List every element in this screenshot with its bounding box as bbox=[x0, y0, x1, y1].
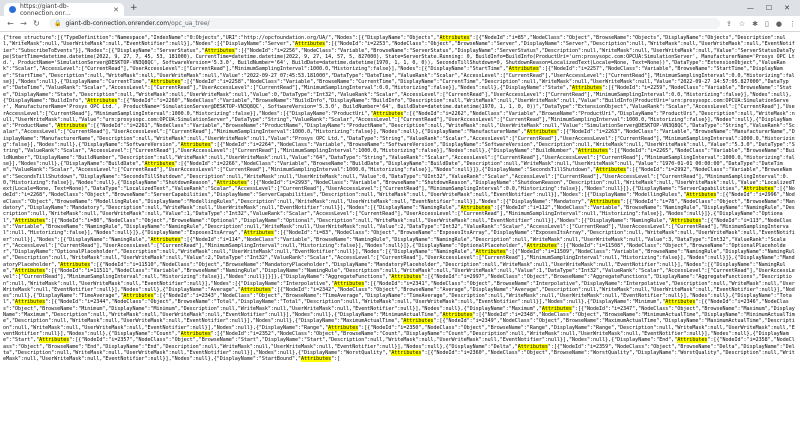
highlighted-attributes-key: Attributes bbox=[204, 47, 235, 54]
highlighted-attributes-key: Attributes bbox=[517, 343, 548, 350]
highlighted-attributes-key: Attributes bbox=[590, 198, 621, 205]
highlighted-attributes-key: Attributes bbox=[577, 148, 609, 155]
window-close-icon[interactable]: ✕ bbox=[784, 4, 790, 12]
highlighted-attributes-key: Attributes bbox=[180, 330, 211, 337]
highlighted-attributes-key: Attributes bbox=[391, 274, 422, 281]
minimize-icon[interactable]: — bbox=[747, 4, 754, 12]
highlighted-attributes-key: Attributes bbox=[60, 261, 91, 268]
tab-title: https://giant-db-connection.onr… bbox=[20, 2, 71, 17]
highlighted-attributes-key: Attributes bbox=[671, 217, 702, 224]
highlighted-attributes-key: Attributes bbox=[150, 79, 181, 86]
json-text: {"NodeId":"i=2344","NodeClass":"Object",… bbox=[54, 299, 663, 306]
extensions-icon[interactable]: ✱ bbox=[752, 20, 758, 28]
highlighted-attributes-key: Attributes bbox=[571, 85, 603, 92]
highlighted-attributes-key: Attributes bbox=[243, 230, 274, 237]
highlighted-attributes-key: Attributes bbox=[39, 337, 70, 344]
highlighted-attributes-key: Attributes bbox=[373, 110, 404, 117]
sidebar-icon[interactable]: ▯ bbox=[765, 20, 769, 28]
highlighted-attributes-key: Attributes bbox=[295, 41, 326, 48]
highlighted-attributes-key: Attributes bbox=[677, 337, 708, 344]
share-icon[interactable]: ⇪ bbox=[726, 20, 732, 28]
close-tab-icon[interactable]: ✕ bbox=[113, 6, 119, 14]
highlighted-attributes-key: Attributes bbox=[123, 293, 154, 300]
highlighted-attributes-key: Attributes bbox=[403, 318, 434, 325]
new-tab-button[interactable]: + bbox=[130, 3, 138, 13]
highlighted-attributes-key: Attributes bbox=[743, 186, 774, 193]
browser-tab[interactable]: https://giant-db-connection.onr… ✕ bbox=[4, 2, 124, 17]
back-arrow-icon[interactable]: ← bbox=[4, 19, 17, 28]
globe-icon bbox=[9, 6, 16, 13]
url-path: /opc_ua_tree/ bbox=[169, 20, 210, 27]
highlighted-attributes-key: Attributes bbox=[541, 305, 572, 312]
json-text: {"NodeId":"i=80","NodeClass":"Object","B… bbox=[54, 217, 669, 224]
browser-toolbar: ← → ↻ 🔒 giant-db-connection.onrender.com… bbox=[0, 16, 800, 32]
highlighted-attributes-key: Attributes bbox=[526, 129, 557, 136]
highlighted-attributes-key: Attributes bbox=[665, 299, 696, 306]
highlighted-attributes-key: Attributes bbox=[526, 242, 557, 249]
highlighted-attributes-key: Attributes bbox=[328, 324, 359, 331]
json-text: {"tree_structure":[{"TypeDefinition":"Na… bbox=[3, 35, 437, 41]
highlighted-attributes-key: Attributes bbox=[596, 167, 627, 174]
highlighted-attributes-key: Attributes bbox=[240, 286, 271, 293]
highlighted-attributes-key: Attributes bbox=[301, 356, 332, 363]
highlighted-attributes-key: Attributes bbox=[180, 142, 211, 149]
highlighted-attributes-key: Attributes bbox=[15, 267, 46, 274]
highlighted-attributes-key: Attributes bbox=[87, 97, 118, 104]
menu-icon[interactable]: ⋮ bbox=[789, 20, 796, 28]
highlighted-attributes-key: Attributes bbox=[57, 123, 88, 130]
browser-tab-strip: https://giant-db-connection.onr… ✕ + — ☐… bbox=[0, 0, 800, 17]
json-text: {"NodeId":"i=2357","NodeClass":"Object",… bbox=[78, 337, 675, 344]
lock-icon[interactable]: 🔒 bbox=[54, 20, 61, 27]
address-bar[interactable]: 🔒 giant-db-connection.onrender.com/opc_u… bbox=[49, 18, 720, 29]
highlighted-attributes-key: Attributes bbox=[439, 35, 470, 41]
highlighted-attributes-key: Attributes bbox=[686, 192, 717, 199]
highlighted-attributes-key: Attributes bbox=[442, 312, 473, 319]
highlighted-attributes-key: Attributes bbox=[150, 236, 181, 243]
json-response-body: {"tree_structure":[{"TypeDefinition":"Na… bbox=[3, 35, 795, 363]
reload-icon[interactable]: ↻ bbox=[30, 19, 43, 28]
highlighted-attributes-key: Attributes bbox=[334, 280, 365, 287]
maximize-icon[interactable]: ☐ bbox=[766, 4, 772, 12]
highlighted-attributes-key: Attributes bbox=[15, 217, 46, 224]
forward-arrow-icon[interactable]: → bbox=[17, 19, 30, 28]
highlighted-attributes-key: Attributes bbox=[144, 160, 175, 167]
highlighted-attributes-key: Attributes bbox=[216, 179, 247, 186]
highlighted-attributes-key: Attributes bbox=[460, 205, 491, 212]
highlighted-attributes-key: Attributes bbox=[508, 66, 539, 73]
profile-icon[interactable]: ● bbox=[776, 20, 782, 28]
highlighted-attributes-key: Attributes bbox=[475, 249, 506, 256]
highlighted-attributes-key: Attributes bbox=[15, 299, 46, 306]
highlighted-attributes-key: Attributes bbox=[391, 349, 422, 356]
url-host: giant-db-connection.onrender.com bbox=[65, 20, 170, 27]
star-icon[interactable]: ☆ bbox=[739, 20, 745, 28]
